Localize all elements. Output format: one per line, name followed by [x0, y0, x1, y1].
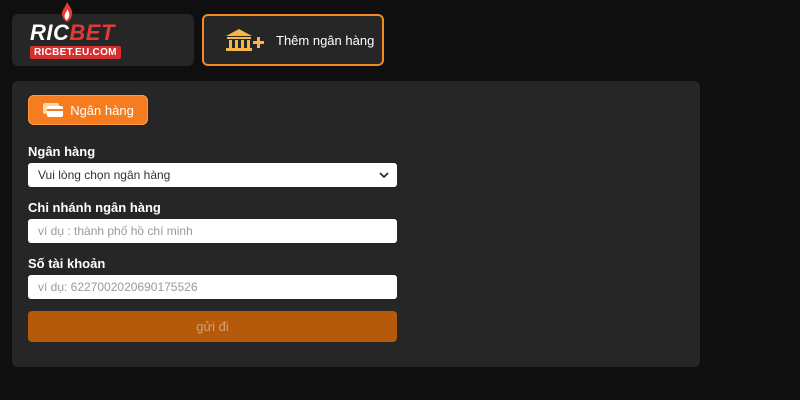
chevron-down-icon	[379, 172, 389, 179]
add-bank-button[interactable]: Thêm ngân hàng	[202, 14, 384, 66]
add-bank-label: Thêm ngân hàng	[276, 32, 375, 48]
bank-add-icon	[226, 29, 264, 51]
bank-label: Ngân hàng	[28, 144, 96, 159]
ricbet-logo[interactable]: RICBET RICBET.EU.COM	[30, 2, 130, 62]
bank-form-panel: Ngân hàng Ngân hàng Vui lòng chọn ngân h…	[12, 81, 700, 367]
tab-bank[interactable]: Ngân hàng	[28, 95, 148, 125]
brand-url: RICBET.EU.COM	[30, 46, 121, 59]
branch-input[interactable]: ví dụ : thành phố hồ chí minh	[28, 219, 397, 243]
brand-wordmark: RICBET	[30, 20, 115, 45]
account-label: Số tài khoản	[28, 256, 106, 271]
account-input[interactable]: ví dụ: 6227002020690175526	[28, 275, 397, 299]
account-placeholder: ví dụ: 6227002020690175526	[38, 280, 198, 294]
card-icon	[43, 103, 64, 117]
branch-placeholder: ví dụ : thành phố hồ chí minh	[38, 224, 193, 238]
submit-button[interactable]: gửi đi	[28, 311, 397, 342]
branch-label: Chi nhánh ngân hàng	[28, 200, 161, 215]
flame-icon	[61, 2, 73, 22]
bank-select-value: Vui lòng chọn ngân hàng	[38, 168, 171, 182]
tab-bank-label: Ngân hàng	[70, 102, 134, 118]
bank-select[interactable]: Vui lòng chọn ngân hàng	[28, 163, 397, 187]
